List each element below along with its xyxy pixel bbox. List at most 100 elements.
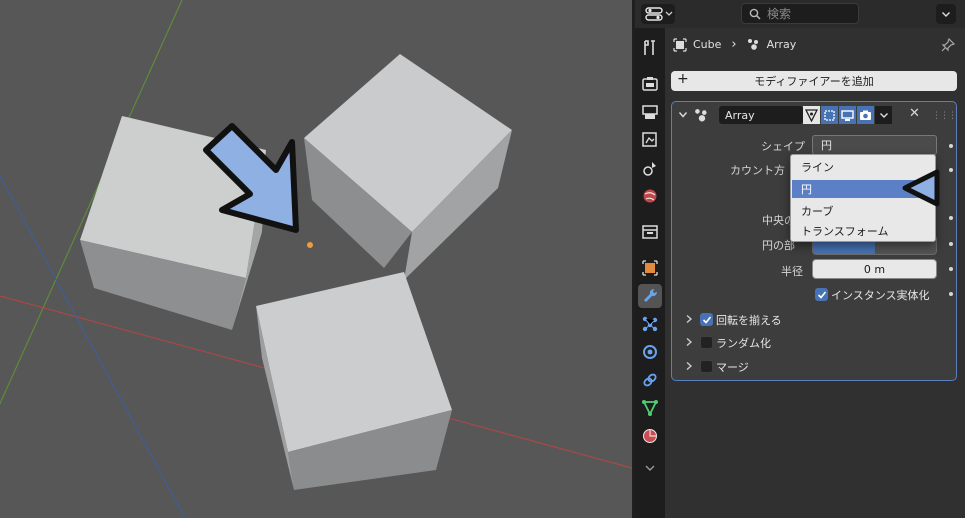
realize-instances-checkbox[interactable] <box>815 288 828 301</box>
tool-icon <box>644 40 655 55</box>
physics-icon <box>643 345 657 359</box>
subpanel-label: 回転を揃える <box>716 314 782 327</box>
tab-modifiers[interactable] <box>638 284 662 308</box>
chevron-down-icon <box>879 112 888 118</box>
radius-field[interactable]: 0 m <box>812 259 937 279</box>
pin-button[interactable] <box>941 37 956 55</box>
chevron-right-icon <box>686 361 693 371</box>
breadcrumb: Cube › Array <box>673 37 796 52</box>
tab-scroll-more[interactable] <box>638 456 662 480</box>
camera-icon <box>860 110 871 120</box>
animate-property-dot[interactable] <box>949 144 953 148</box>
array-modifier-icon <box>747 38 758 50</box>
option-label: 円 <box>801 183 812 196</box>
render-icon <box>642 77 658 91</box>
tab-data[interactable] <box>638 396 662 420</box>
align-rotation-checkbox[interactable] <box>700 313 713 326</box>
header-options-button[interactable] <box>936 4 956 24</box>
shape-select[interactable]: 円 <box>812 135 937 155</box>
tab-output[interactable] <box>638 100 662 124</box>
tab-material[interactable] <box>638 424 662 448</box>
randomize-checkbox[interactable] <box>700 336 713 349</box>
merge-checkbox[interactable] <box>700 360 713 373</box>
add-modifier-label: モディファイアーを追加 <box>754 75 874 88</box>
search-input[interactable]: 検索 <box>741 3 859 24</box>
radius-value: 0 m <box>863 262 886 276</box>
realize-instances-label: インスタンス実体化 <box>831 289 930 302</box>
drag-handle[interactable]: ⋮⋮⋮ <box>932 111 957 121</box>
tab-world[interactable] <box>638 184 662 208</box>
tab-tool[interactable] <box>638 36 662 60</box>
object-icon <box>642 260 658 276</box>
editor-type-selector[interactable] <box>641 4 675 24</box>
subpanel-label: ランダム化 <box>716 337 771 350</box>
subpanel-label: マージ <box>716 361 749 374</box>
modifier-panel-header: Array ✕ ⋮⋮⋮ <box>672 102 957 128</box>
modifier-name-text: Array <box>725 108 755 122</box>
annotation-triangle <box>902 169 940 207</box>
constraints-icon <box>643 373 657 387</box>
shape-select-value: 円 <box>821 139 832 152</box>
animate-property-dot[interactable] <box>949 292 953 296</box>
output-icon <box>642 105 658 119</box>
chevron-right-icon <box>686 314 693 324</box>
tab-collection[interactable] <box>638 220 662 244</box>
tab-constraints[interactable] <box>638 368 662 392</box>
on-cage-toggle[interactable] <box>821 106 838 124</box>
chevron-down-icon <box>942 11 950 17</box>
scene-icon <box>643 162 656 176</box>
count-method-label: カウント方 <box>730 164 785 177</box>
tab-particles[interactable] <box>638 312 662 336</box>
animate-property-dot[interactable] <box>949 242 953 246</box>
properties-editor-icon <box>645 7 663 21</box>
tab-render[interactable] <box>638 72 662 96</box>
particles-icon <box>642 316 658 332</box>
chevron-right-icon <box>686 337 693 347</box>
collection-icon <box>642 225 658 239</box>
plus-icon: + <box>677 71 689 87</box>
breadcrumb-separator: › <box>731 37 737 52</box>
on-cage-icon <box>824 109 835 121</box>
search-placeholder: 検索 <box>767 7 792 21</box>
check-icon <box>702 315 711 324</box>
viewport-scene <box>0 0 632 518</box>
option-label: カーブ <box>801 205 834 218</box>
tab-scene[interactable] <box>638 156 662 180</box>
tab-object[interactable] <box>638 256 662 280</box>
animate-property-dot[interactable] <box>949 267 953 271</box>
world-icon <box>643 189 657 203</box>
edit-mode-toggle[interactable] <box>803 106 820 124</box>
search-icon <box>749 8 761 20</box>
render-toggle[interactable] <box>857 106 874 124</box>
option-label: トランスフォーム <box>801 225 889 238</box>
center-label: 中央の <box>762 214 795 227</box>
breadcrumb-modifier: Array <box>766 38 797 51</box>
animate-property-dot[interactable] <box>949 216 953 220</box>
modifier-name-field[interactable]: Array <box>719 106 803 124</box>
remove-modifier-button[interactable]: ✕ <box>909 106 920 121</box>
chevron-down-icon[interactable] <box>678 111 688 119</box>
3d-viewport[interactable] <box>0 0 632 518</box>
chevron-down-icon <box>665 11 673 16</box>
properties-tab-strip <box>635 28 665 518</box>
tab-physics[interactable] <box>638 340 662 364</box>
wrench-icon <box>644 288 658 302</box>
mesh-data-icon <box>642 400 658 417</box>
dropdown-option-transform[interactable]: トランスフォーム <box>792 222 934 240</box>
monitor-icon <box>841 109 854 121</box>
tab-view-layer[interactable] <box>638 128 662 152</box>
edit-mode-icon <box>805 108 818 122</box>
cube-bottom[interactable] <box>256 272 452 490</box>
radius-label: 半径 <box>781 265 803 278</box>
origin-point <box>307 242 313 248</box>
viewport-toggle[interactable] <box>839 106 856 124</box>
material-icon <box>643 429 657 443</box>
modifier-extras-dropdown[interactable] <box>875 106 892 124</box>
circle-part-label: 円の部 <box>762 239 795 252</box>
properties-main: Cube › Array + モディファイアーを追加 Array ✕ ⋮⋮⋮ シ… <box>665 28 965 518</box>
add-modifier-button[interactable]: + モディファイアーを追加 <box>671 71 957 91</box>
properties-header: 検索 <box>635 0 965 28</box>
check-icon <box>817 290 826 299</box>
chevron-down-icon <box>645 465 655 471</box>
cube-top[interactable] <box>304 54 512 280</box>
